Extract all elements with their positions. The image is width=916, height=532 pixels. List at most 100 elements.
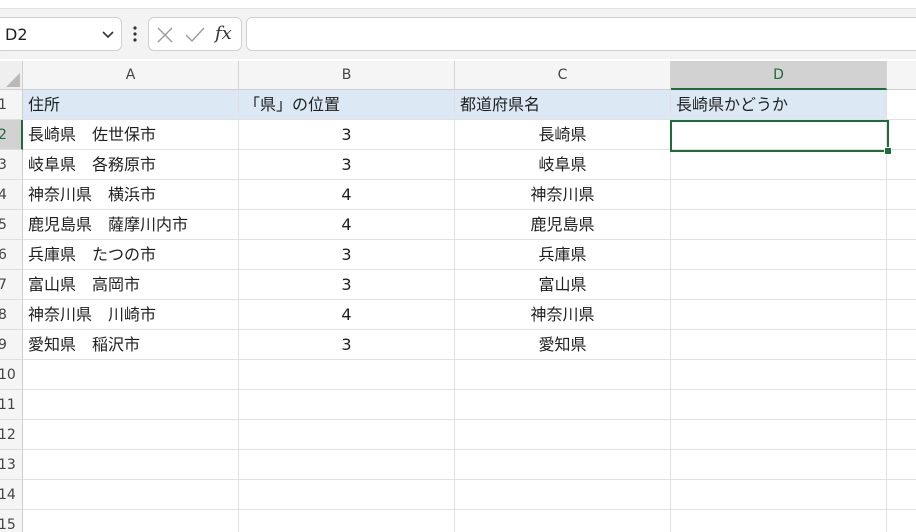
row-header-3[interactable]: 3 — [0, 150, 23, 180]
row-header-8[interactable]: 8 — [0, 300, 23, 330]
cell-d5[interactable] — [671, 210, 887, 240]
insert-function-icon[interactable]: fx — [215, 23, 232, 44]
row-header-2[interactable]: 2 — [0, 120, 23, 150]
cell-overflow[interactable] — [887, 180, 916, 210]
cell-c6[interactable]: 兵庫県 — [455, 240, 671, 270]
cell-d14[interactable] — [671, 480, 887, 510]
cell-a4[interactable]: 神奈川県 横浜市 — [23, 180, 239, 210]
cell-overflow[interactable] — [887, 210, 916, 240]
fill-handle[interactable] — [884, 147, 892, 155]
column-header-a[interactable]: A — [23, 61, 239, 90]
cell-c11[interactable] — [455, 390, 671, 420]
cell-a9[interactable]: 愛知県 稲沢市 — [23, 330, 239, 360]
cell-b7[interactable]: 3 — [239, 270, 455, 300]
cell-a3[interactable]: 岐阜県 各務原市 — [23, 150, 239, 180]
formula-input[interactable] — [246, 17, 916, 51]
cell-c8[interactable]: 神奈川県 — [455, 300, 671, 330]
cell-d7[interactable] — [671, 270, 887, 300]
enter-check-icon[interactable] — [185, 27, 205, 43]
chevron-down-icon[interactable] — [101, 27, 115, 41]
cell-c1[interactable]: 都道府県名 — [455, 90, 671, 120]
row-header-9[interactable]: 9 — [0, 330, 23, 360]
cell-a14[interactable] — [23, 480, 239, 510]
more-options-icon[interactable] — [132, 25, 138, 43]
row-header-5[interactable]: 5 — [0, 210, 23, 240]
cell-d4[interactable] — [671, 180, 887, 210]
row-header-10[interactable]: 10 — [0, 360, 23, 390]
cancel-icon[interactable] — [157, 27, 173, 43]
cell-a8[interactable]: 神奈川県 川崎市 — [23, 300, 239, 330]
cell-b6[interactable]: 3 — [239, 240, 455, 270]
column-header-d[interactable]: D — [671, 61, 887, 90]
cell-b10[interactable] — [239, 360, 455, 390]
cell-a6[interactable]: 兵庫県 たつの市 — [23, 240, 239, 270]
cell-a13[interactable] — [23, 450, 239, 480]
cell-d10[interactable] — [671, 360, 887, 390]
cell-d12[interactable] — [671, 420, 887, 450]
cell-d13[interactable] — [671, 450, 887, 480]
cell-d9[interactable] — [671, 330, 887, 360]
cell-overflow[interactable] — [887, 510, 916, 532]
cell-a1[interactable]: 住所 — [23, 90, 239, 120]
cell-d2[interactable] — [671, 120, 887, 150]
cell-d8[interactable] — [671, 300, 887, 330]
cell-c2[interactable]: 長崎県 — [455, 120, 671, 150]
cell-a2[interactable]: 長崎県 佐世保市 — [23, 120, 239, 150]
row-header-1[interactable]: 1 — [0, 90, 23, 120]
cell-overflow[interactable] — [887, 270, 916, 300]
select-all-corner[interactable] — [0, 61, 23, 90]
column-header-c[interactable]: C — [455, 61, 671, 90]
cell-b9[interactable]: 3 — [239, 330, 455, 360]
cell-d3[interactable] — [671, 150, 887, 180]
cell-overflow[interactable] — [887, 330, 916, 360]
cell-overflow[interactable] — [887, 120, 916, 150]
cell-d11[interactable] — [671, 390, 887, 420]
cell-overflow[interactable] — [887, 240, 916, 270]
cell-a7[interactable]: 富山県 高岡市 — [23, 270, 239, 300]
cell-overflow[interactable] — [887, 420, 916, 450]
cell-d6[interactable] — [671, 240, 887, 270]
row-header-7[interactable]: 7 — [0, 270, 23, 300]
cell-overflow[interactable] — [887, 450, 916, 480]
cell-d1[interactable]: 長崎県かどうか — [671, 90, 887, 120]
cell-a15[interactable] — [23, 510, 239, 532]
cell-a11[interactable] — [23, 390, 239, 420]
row-header-13[interactable]: 13 — [0, 450, 23, 480]
cell-b1[interactable]: 「県」の位置 — [239, 90, 455, 120]
cell-b3[interactable]: 3 — [239, 150, 455, 180]
cell-c4[interactable]: 神奈川県 — [455, 180, 671, 210]
row-header-14[interactable]: 14 — [0, 480, 23, 510]
cell-overflow[interactable] — [887, 390, 916, 420]
cell-b11[interactable] — [239, 390, 455, 420]
cell-b4[interactable]: 4 — [239, 180, 455, 210]
row-header-4[interactable]: 4 — [0, 180, 23, 210]
cell-b12[interactable] — [239, 420, 455, 450]
column-header-b[interactable]: B — [239, 61, 455, 90]
cell-c10[interactable] — [455, 360, 671, 390]
row-header-15[interactable]: 15 — [0, 510, 23, 532]
cell-b14[interactable] — [239, 480, 455, 510]
cell-overflow[interactable] — [887, 480, 916, 510]
cell-a10[interactable] — [23, 360, 239, 390]
cell-c7[interactable]: 富山県 — [455, 270, 671, 300]
cell-a12[interactable] — [23, 420, 239, 450]
cell-c14[interactable] — [455, 480, 671, 510]
cell-c12[interactable] — [455, 420, 671, 450]
worksheet-grid[interactable]: ABCD 123456789101112131415 住所「県」の位置都道府県名… — [0, 61, 916, 532]
name-box[interactable]: D2 — [0, 17, 122, 51]
cell-b13[interactable] — [239, 450, 455, 480]
cell-c13[interactable] — [455, 450, 671, 480]
column-header-next[interactable] — [887, 61, 916, 90]
row-header-12[interactable]: 12 — [0, 420, 23, 450]
cell-c9[interactable]: 愛知県 — [455, 330, 671, 360]
row-header-11[interactable]: 11 — [0, 390, 23, 420]
cell-a5[interactable]: 鹿児島県 薩摩川内市 — [23, 210, 239, 240]
cell-d15[interactable] — [671, 510, 887, 532]
cell-b5[interactable]: 4 — [239, 210, 455, 240]
cell-b15[interactable] — [239, 510, 455, 532]
cell-overflow[interactable] — [887, 90, 916, 120]
cell-c15[interactable] — [455, 510, 671, 532]
cell-c5[interactable]: 鹿児島県 — [455, 210, 671, 240]
cell-overflow[interactable] — [887, 360, 916, 390]
row-header-6[interactable]: 6 — [0, 240, 23, 270]
